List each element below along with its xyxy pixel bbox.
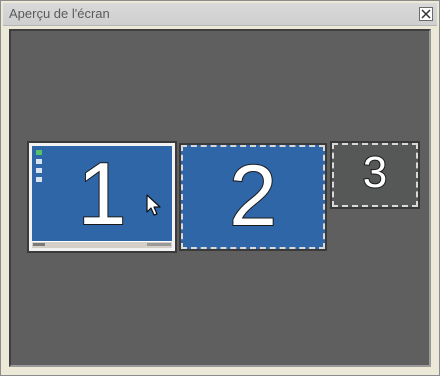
title-bar[interactable]: Aperçu de l'écran [3,3,437,26]
monitor-preview-area: 1 2 3 [9,29,431,367]
window-title: Aperçu de l'écran [9,6,110,21]
close-button[interactable] [419,7,433,21]
close-icon [421,9,431,19]
monitor-1-thumbnail[interactable]: 1 [27,141,177,253]
monitor-3-thumbnail[interactable]: 3 [330,141,420,209]
mouse-pointer-icon [146,194,162,223]
monitor-number: 2 [228,148,278,244]
monitor-number: 3 [362,148,388,197]
monitor-2-thumbnail[interactable]: 2 [179,143,327,251]
system-tray-thumbnail [147,243,171,246]
start-button-thumbnail [33,243,45,246]
taskbar [32,241,172,248]
screen-preview-window: Aperçu de l'écran 1 2 3 [0,0,440,376]
